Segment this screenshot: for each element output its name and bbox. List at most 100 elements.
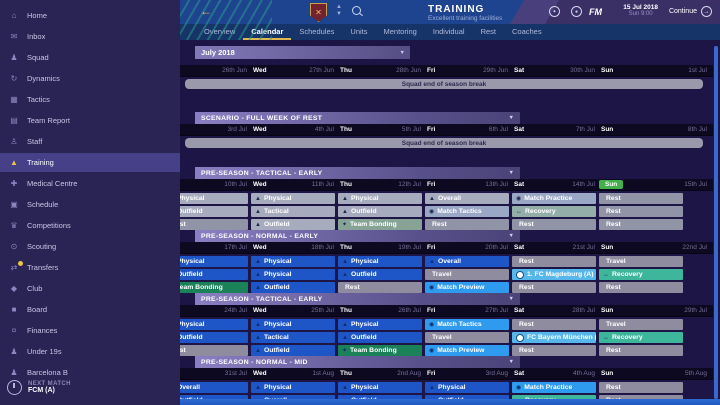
tab-individual[interactable]: Individual [425,24,473,40]
session-bar-outfield[interactable]: ▲Outfield [338,206,422,217]
sidebar-item-tactics[interactable]: ▦ Tactics [0,90,180,109]
session-bar-rest[interactable]: Rest [599,282,683,293]
tab-calendar[interactable]: Calendar [243,24,292,40]
tab-overview[interactable]: Overview [196,24,243,40]
season-break-bar[interactable]: Squad end of season break [185,79,703,89]
sidebar-item-inbox[interactable]: ✉ Inbox [0,27,180,46]
schedule-section-header[interactable]: PRE-SEASON - NORMAL - MID ▼ [195,356,520,368]
session-bar-physical[interactable]: ▲Physical [180,256,248,267]
session-bar-match-preview[interactable]: ◉ Match Preview [425,345,509,356]
session-bar-rest[interactable]: Rest [599,345,683,356]
session-bar-rest[interactable]: Rest [599,219,683,230]
sidebar-item-squad[interactable]: ♟ Squad [0,48,180,67]
session-bar-team-bonding[interactable]: ✦Team Bonding [180,282,248,293]
session-bar-overall[interactable]: ▲Overall [425,256,509,267]
session-bar-travel[interactable]: Travel [599,319,683,330]
session-bar-rest[interactable]: Rest [512,345,596,356]
session-bar-outfield[interactable]: ▲Outfield [338,269,422,280]
session-bar-recovery[interactable]: ↔Recovery [599,269,683,280]
scrollbar-thumb[interactable] [714,46,718,399]
sidebar-item-transfers[interactable]: ⇄ Transfers [0,258,180,277]
session-bar-team-bonding[interactable]: ✦Team Bonding [338,345,422,356]
session-bar-physical[interactable]: ▲Physical [338,319,422,330]
sidebar-item-team-report[interactable]: ▤ Team Report [0,111,180,130]
session-bar-rest[interactable]: Rest [425,219,509,230]
sidebar-item-training[interactable]: ▲ Training [0,153,180,172]
session-bar-fc-bayern-m-nchen-a-[interactable]: FC Bayern München (A) [512,332,596,343]
sidebar-item-competitions[interactable]: ♛ Competitions [0,216,180,235]
session-bar-rest[interactable]: Rest [512,319,596,330]
team-switch-chevrons-icon[interactable]: ▲ ▼ [336,4,342,18]
session-bar-outfield[interactable]: ▲Outfield [180,269,248,280]
session-bar-rest[interactable]: Rest [512,282,596,293]
session-bar-physical[interactable]: ▲Physical [338,382,422,393]
profile-icon[interactable]: ● [571,6,582,17]
session-bar-match-practice[interactable]: ◉ Match Practice [512,193,596,204]
sidebar-item-under-19s[interactable]: ♟ Under 19s [0,342,180,361]
session-bar-rest[interactable]: Rest [180,219,248,230]
session-bar-rest[interactable]: Rest [599,193,683,204]
sidebar-item-schedule[interactable]: ▣ Schedule [0,195,180,214]
session-bar-rest[interactable]: Rest [338,282,422,293]
session-bar-match-preview[interactable]: ◉ Match Preview [425,282,509,293]
session-bar-rest[interactable]: Rest [512,256,596,267]
session-bar-outfield[interactable]: ▲Outfield [180,206,248,217]
tab-units[interactable]: Units [342,24,375,40]
schedule-section-header[interactable]: PRE-SEASON - NORMAL - EARLY ▼ [195,230,520,242]
session-bar-team-bonding[interactable]: ✦Team Bonding [338,219,422,230]
session-bar-outfield[interactable]: ▲Outfield [180,332,248,343]
sidebar-item-dynamics[interactable]: ↻ Dynamics [0,69,180,88]
season-break-bar[interactable]: Squad end of season break [185,138,703,148]
search-icon[interactable] [352,6,361,15]
sidebar-item-scouting[interactable]: ⊙ Scouting [0,237,180,256]
schedule-section-header[interactable]: PRE-SEASON - TACTICAL - EARLY ▼ [195,167,520,179]
session-bar-rest[interactable]: Rest [599,382,683,393]
schedule-section-header[interactable]: PRE-SEASON - TACTICAL - EARLY ▼ [195,293,520,305]
session-bar-physical[interactable]: ▲Physical [425,382,509,393]
session-bar-tactical[interactable]: ▲ Tactical [251,206,335,217]
session-bar-match-tactics[interactable]: ◉ Match Tactics [425,206,509,217]
session-bar-recovery[interactable]: ↔Recovery [512,206,596,217]
session-bar-outfield[interactable]: ▲Outfield [338,332,422,343]
session-bar-physical[interactable]: ▲Physical [338,256,422,267]
session-bar-physical[interactable]: ▲Physical [251,256,335,267]
session-bar-physical[interactable]: ▲Physical [251,382,335,393]
month-dropdown[interactable]: July 2018 ▼ [195,46,410,59]
preferences-icon[interactable]: ✦ [549,6,560,17]
session-bar-physical[interactable]: ▲Physical [180,319,248,330]
sidebar-item-finances[interactable]: ¤ Finances [0,321,180,340]
session-bar-rest[interactable]: Rest [599,206,683,217]
sidebar-item-board[interactable]: ■ Board [0,300,180,319]
session-bar-outfield[interactable]: ▲Outfield [251,282,335,293]
sidebar-item-medical-centre[interactable]: ✚ Medical Centre [0,174,180,193]
session-bar-overall[interactable]: ▲Overall [180,382,248,393]
session-bar-overall[interactable]: ▲Overall [425,193,509,204]
tab-rest[interactable]: Rest [473,24,504,40]
tab-schedules[interactable]: Schedules [291,24,342,40]
session-bar-physical[interactable]: ▲Physical [251,319,335,330]
schedule-section-header[interactable]: SCENARIO - FULL WEEK OF REST ▼ [195,112,520,124]
tab-coaches[interactable]: Coaches [504,24,550,40]
sidebar-item-staff[interactable]: ♙ Staff [0,132,180,151]
session-bar-physical[interactable]: ▲Physical [180,193,248,204]
continue-button[interactable]: Continue → [669,6,712,17]
session-bar-tactical[interactable]: ▲ Tactical [251,332,335,343]
session-bar-physical[interactable]: ▲Physical [251,269,335,280]
session-bar-travel[interactable]: Travel [425,332,509,343]
sidebar-item-club[interactable]: ◆ Club [0,279,180,298]
sidebar-item-home[interactable]: ⌂ Home [0,6,180,25]
session-bar-match-practice[interactable]: ◉ Match Practice [512,382,596,393]
back-arrow-button[interactable]: ← [200,4,212,18]
session-bar-outfield[interactable]: ▲Outfield [251,345,335,356]
session-bar-1-fc-magdeburg-a-[interactable]: 1. FC Magdeburg (A) [512,269,596,280]
session-bar-outfield[interactable]: ▲Outfield [251,219,335,230]
session-bar-travel[interactable]: Travel [425,269,509,280]
session-bar-match-tactics[interactable]: ◉ Match Tactics [425,319,509,330]
session-bar-physical[interactable]: ▲Physical [251,193,335,204]
session-bar-travel[interactable]: Travel [599,256,683,267]
session-bar-physical[interactable]: ▲Physical [338,193,422,204]
session-bar-rest[interactable]: Rest [180,345,248,356]
tab-mentoring[interactable]: Mentoring [376,24,425,40]
vertical-scrollbar[interactable] [714,46,718,399]
session-bar-rest[interactable]: Rest [512,219,596,230]
